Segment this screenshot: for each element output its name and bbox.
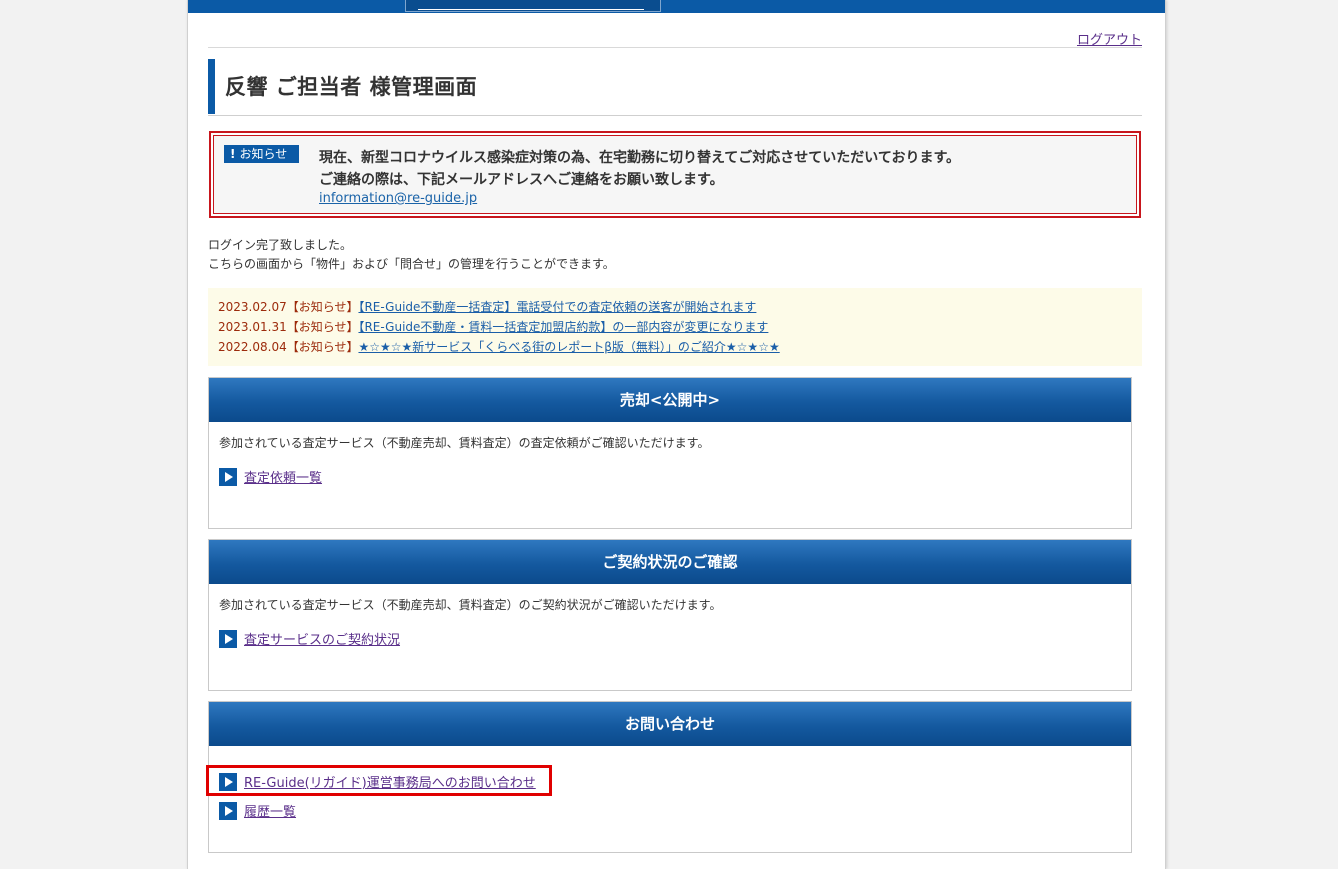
exclamation-icon: !: [230, 147, 236, 161]
news-list: 2023.02.07【お知らせ】【RE-Guide不動産一括査定】電話受付での査…: [218, 297, 780, 357]
contract-link-row[interactable]: 査定サービスのご契約状況: [219, 629, 400, 648]
sale-panel-description: 参加されている査定サービス（不動産売却、賃料査定）の査定依頼がご確認いただけます…: [219, 436, 710, 450]
history-link-row[interactable]: 履歴一覧: [219, 801, 296, 820]
news-item: 2023.01.31【お知らせ】【RE-Guide不動産・賃料一括査定加盟店約款…: [218, 317, 780, 337]
top-nav-tab[interactable]: [405, 0, 661, 12]
notice-email-link[interactable]: information@re-guide.jp: [319, 191, 477, 206]
notice-message-line1: 現在、新型コロナウイルス感染症対策の為、在宅勤務に切り替えてご対応させていただい…: [319, 150, 961, 166]
sale-panel-header: 売却<公開中>: [209, 378, 1131, 422]
intro-line1: ログイン完了致しました。: [208, 238, 353, 252]
logout-link[interactable]: ログアウト: [1077, 29, 1142, 48]
news-date: 2023.01.31【お知らせ】: [218, 320, 359, 334]
news-item: 2022.08.04【お知らせ】★☆★☆★新サービス「くらべる街のレポートβ版（…: [218, 337, 780, 357]
contract-status-link[interactable]: 査定サービスのご契約状況: [244, 633, 400, 648]
title-accent-bar: [208, 59, 215, 114]
history-list-link[interactable]: 履歴一覧: [244, 805, 296, 820]
notice-badge: ! お知らせ: [224, 145, 299, 163]
notice-badge-label: お知らせ: [239, 147, 288, 161]
notice-box: ! お知らせ 現在、新型コロナウイルス感染症対策の為、在宅勤務に切り替えてご対応さ…: [209, 131, 1141, 218]
divider: [208, 47, 1142, 48]
news-link[interactable]: ★☆★☆★新サービス「くらべる街のレポートβ版（無料）」のご紹介★☆★☆★: [358, 340, 779, 354]
news-link[interactable]: 【RE-Guide不動産一括査定】電話受付での査定依頼の送客が開始されます: [358, 300, 756, 314]
page-title-block: 反響 ご担当者 様管理画面: [208, 59, 1142, 116]
notice-message-line2: ご連絡の際は、下記メールアドレスへご連絡をお願い致します。: [319, 172, 724, 188]
page-title: 反響 ご担当者 様管理画面: [225, 75, 478, 99]
contact-panel-header: お問い合わせ: [209, 702, 1131, 746]
contract-panel: ご契約状況のご確認 参加されている査定サービス（不動産売却、賃料査定）のご契約状…: [208, 539, 1132, 691]
news-date: 2023.02.07【お知らせ】: [218, 300, 359, 314]
contract-panel-description: 参加されている査定サービス（不動産売却、賃料査定）のご契約状況がご確認いただけま…: [219, 598, 722, 612]
sale-link-row[interactable]: 査定依頼一覧: [219, 467, 322, 486]
news-date: 2022.08.04【お知らせ】: [218, 340, 359, 354]
page-container: ログアウト 反響 ご担当者 様管理画面 ! お知らせ 現在、新型コロナウイルス感染…: [187, 0, 1166, 869]
news-link[interactable]: 【RE-Guide不動産・賃料一括査定加盟店約款】の一部内容が変更になります: [358, 320, 768, 334]
play-arrow-icon: [219, 629, 237, 648]
news-item: 2023.02.07【お知らせ】【RE-Guide不動産一括査定】電話受付での査…: [218, 297, 780, 317]
intro-text: ログイン完了致しました。 こちらの画面から「物件」および「問合せ」の管理を行うこ…: [208, 236, 615, 274]
contract-panel-header: ご契約状況のご確認: [209, 540, 1131, 584]
news-box: 2023.02.07【お知らせ】【RE-Guide不動産一括査定】電話受付での査…: [208, 288, 1142, 366]
top-nav-bar: [188, 0, 1165, 13]
assessment-request-list-link[interactable]: 査定依頼一覧: [244, 471, 322, 486]
intro-line2: こちらの画面から「物件」および「問合せ」の管理を行うことができます。: [208, 257, 615, 271]
sale-panel: 売却<公開中> 参加されている査定サービス（不動産売却、賃料査定）の査定依頼がご…: [208, 377, 1132, 529]
play-arrow-icon: [219, 467, 237, 486]
highlight-box: [206, 765, 552, 796]
play-arrow-icon: [219, 801, 237, 820]
